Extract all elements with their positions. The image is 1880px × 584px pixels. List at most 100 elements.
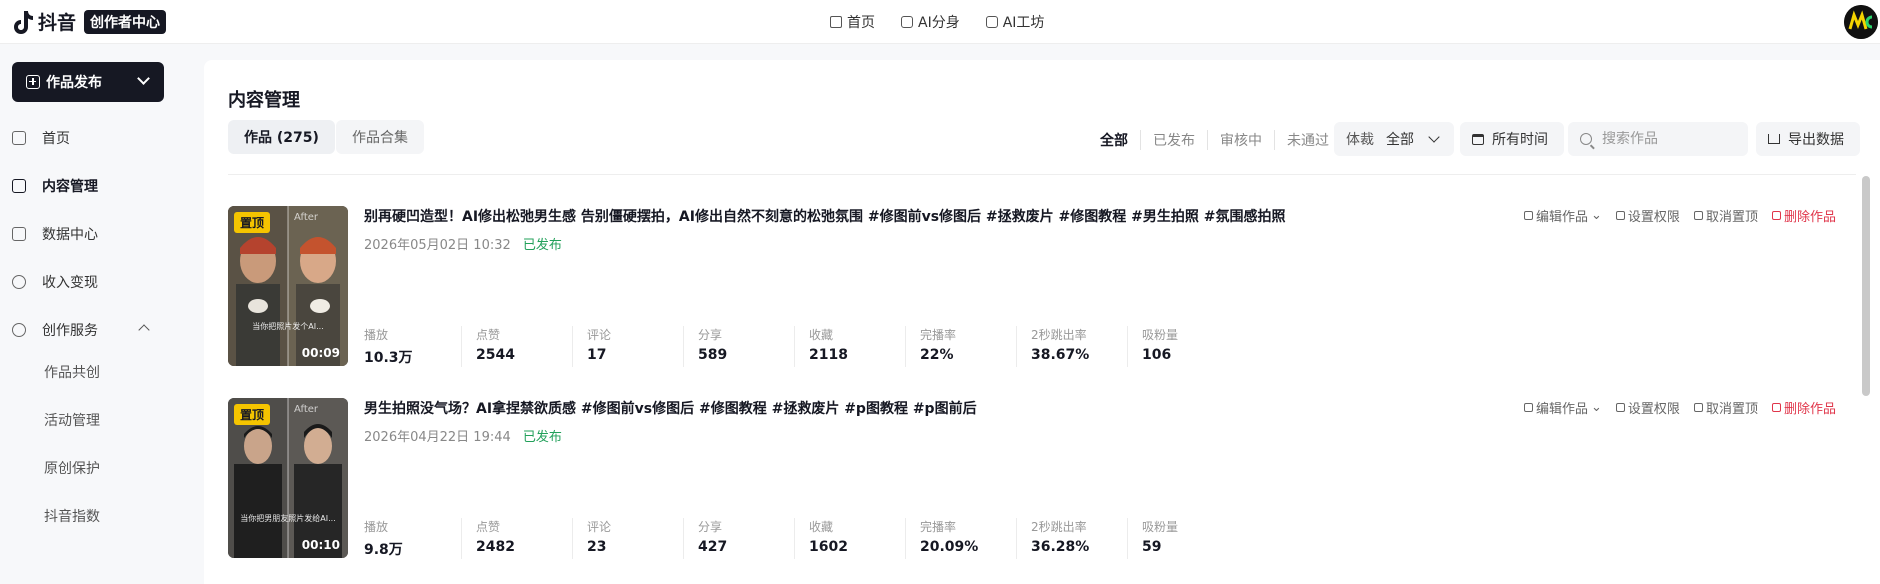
download-icon bbox=[1768, 134, 1780, 144]
time-range-button[interactable]: 所有时间 bbox=[1460, 122, 1564, 156]
unpin-icon bbox=[1693, 211, 1703, 220]
work-title[interactable]: 男生拍照没气场？AI拿捏禁欲质感 #修图前vs修图后 #修图教程 #拯救废片 #… bbox=[364, 398, 977, 418]
sidebar-sub-index[interactable]: 抖音指数 bbox=[44, 506, 100, 526]
sidebar-item-creation[interactable]: 创作服务 bbox=[12, 312, 172, 348]
stat-plays: 播放 9.8万 bbox=[364, 520, 403, 558]
delete-work-button[interactable]: 删除作品 bbox=[1771, 206, 1836, 225]
stat-likes: 点赞 2482 bbox=[461, 518, 572, 559]
calendar-icon bbox=[1472, 133, 1484, 145]
work-row: 置顶 After 当你把男朋友照片发给AI... 00:10 男生拍照没气场？A… bbox=[228, 398, 1848, 559]
status-filters: 全部 已发布 审核中 未通过 bbox=[1088, 130, 1341, 150]
trash-icon bbox=[1771, 403, 1781, 412]
delete-work-button[interactable]: 删除作品 bbox=[1771, 398, 1836, 417]
stat-favorites: 收藏 1602 bbox=[794, 518, 905, 559]
chevron-down-icon: ⌄ bbox=[1591, 400, 1602, 415]
income-icon bbox=[12, 275, 26, 289]
stat-completion-rate: 完播率 22% bbox=[905, 326, 1016, 367]
work-actions: 编辑作品 ⌄ 设置权限 取消置顶 删除作品 bbox=[1524, 206, 1836, 225]
sidebar-sub-activity[interactable]: 活动管理 bbox=[44, 410, 100, 430]
genre-select[interactable]: 体裁 全部 bbox=[1334, 122, 1454, 156]
work-meta: 2026年05月02日 10:32 已发布 bbox=[364, 234, 562, 253]
page-title: 内容管理 bbox=[228, 90, 300, 111]
filter-published[interactable]: 已发布 bbox=[1140, 130, 1207, 150]
after-label: After bbox=[293, 404, 318, 415]
unpin-button[interactable]: 取消置顶 bbox=[1693, 398, 1758, 417]
sidebar-item-home[interactable]: 首页 bbox=[12, 120, 172, 156]
logo-badge: 创作者中心 bbox=[84, 9, 167, 34]
search-box bbox=[1568, 122, 1748, 156]
status-badge: 已发布 bbox=[522, 238, 562, 253]
set-permission-button[interactable]: 设置权限 bbox=[1615, 398, 1680, 417]
work-thumbnail[interactable]: 置顶 After 当你把照片发个AI... 00:09 bbox=[228, 206, 348, 366]
user-avatar[interactable] bbox=[1844, 5, 1878, 39]
stat-followers-gained: 吸粉量 59 bbox=[1127, 518, 1238, 559]
top-nav: 首页 AI分身 AI工坊 bbox=[830, 12, 1044, 32]
duration-label: 00:09 bbox=[301, 346, 340, 360]
topnav-home[interactable]: 首页 bbox=[830, 12, 875, 32]
thumbnail-caption: 当你把照片发个AI... bbox=[252, 322, 324, 331]
stat-bounce-rate: 2秒跳出率 38.67% bbox=[1016, 326, 1127, 367]
stat-favorites: 收藏 2118 bbox=[794, 326, 905, 367]
work-thumbnail[interactable]: 置顶 After 当你把男朋友照片发给AI... 00:10 bbox=[228, 398, 348, 558]
topnav-ai-workshop[interactable]: AI工坊 bbox=[985, 12, 1044, 32]
sidebar: 作品发布 首页 内容管理 数据中心 收入变现 创作服务 作品共创 活动管理 原创… bbox=[0, 44, 188, 584]
unpin-icon bbox=[1693, 403, 1703, 412]
status-badge: 已发布 bbox=[522, 430, 562, 445]
stat-likes: 点赞 2544 bbox=[461, 326, 572, 367]
sidebar-sub-original[interactable]: 原创保护 bbox=[44, 458, 100, 478]
chevron-down-icon: ⌄ bbox=[1591, 208, 1602, 223]
thumbnail-caption: 当你把男朋友照片发给AI... bbox=[240, 514, 336, 523]
home-icon bbox=[12, 131, 26, 145]
set-permission-button[interactable]: 设置权限 bbox=[1615, 206, 1680, 225]
work-meta: 2026年04月22日 19:44 已发布 bbox=[364, 426, 562, 445]
ai-avatar-icon bbox=[901, 16, 913, 28]
plus-icon bbox=[26, 75, 40, 89]
search-input[interactable] bbox=[1602, 131, 1742, 147]
filter-rejected[interactable]: 未通过 bbox=[1274, 130, 1341, 150]
sidebar-sub-cocreate[interactable]: 作品共创 bbox=[44, 362, 100, 382]
work-stats: 播放 9.8万 点赞 2482 评论 23 分享 427 收藏 1602 完播率 20.09… bbox=[364, 518, 1238, 559]
sidebar-item-income[interactable]: 收入变现 bbox=[12, 264, 172, 300]
content-icon bbox=[12, 179, 26, 193]
stat-shares: 分享 427 bbox=[683, 518, 794, 559]
topnav-ai-avatar[interactable]: AI分身 bbox=[901, 12, 960, 32]
filter-reviewing[interactable]: 审核中 bbox=[1207, 130, 1274, 150]
edit-work-button[interactable]: 编辑作品 ⌄ bbox=[1524, 398, 1602, 417]
lock-icon bbox=[1615, 403, 1625, 412]
pinned-badge: 置顶 bbox=[234, 404, 271, 425]
chart-icon bbox=[12, 227, 26, 241]
publish-date: 2026年05月02日 10:32 bbox=[364, 238, 511, 253]
pencil-icon bbox=[1524, 211, 1533, 220]
duration-label: 00:10 bbox=[301, 538, 340, 552]
work-row: 置顶 After 当你把照片发个AI... 00:09 别再硬凹造型！AI修出松… bbox=[228, 206, 1848, 367]
home-icon bbox=[830, 16, 842, 28]
trash-icon bbox=[1771, 211, 1781, 220]
after-label: After bbox=[293, 212, 318, 223]
edit-work-button[interactable]: 编辑作品 ⌄ bbox=[1524, 206, 1602, 225]
export-data-button[interactable]: 导出数据 bbox=[1756, 122, 1860, 156]
tab-collections[interactable]: 作品合集 bbox=[336, 120, 424, 154]
tiktok-logo-icon bbox=[14, 10, 33, 34]
chevron-down-icon bbox=[137, 72, 150, 85]
stat-bounce-rate: 2秒跳出率 36.28% bbox=[1016, 518, 1127, 559]
avatar-image bbox=[1844, 5, 1878, 39]
stat-completion-rate: 完播率 20.09% bbox=[905, 518, 1016, 559]
filter-all[interactable]: 全部 bbox=[1088, 130, 1140, 150]
sidebar-item-data[interactable]: 数据中心 bbox=[12, 216, 172, 252]
main-panel: 内容管理 作品 (275) 作品合集 全部 已发布 审核中 未通过 体裁 全部 … bbox=[204, 60, 1880, 584]
unpin-button[interactable]: 取消置顶 bbox=[1693, 206, 1758, 225]
work-title[interactable]: 别再硬凹造型！AI修出松弛男生感 告别僵硬摆拍，AI修出自然不刻意的松弛氛围 #… bbox=[364, 206, 1285, 226]
scrollbar-thumb[interactable] bbox=[1862, 176, 1870, 396]
lightning-icon bbox=[12, 323, 26, 337]
tab-works[interactable]: 作品 (275) bbox=[228, 120, 335, 154]
chevron-down-icon bbox=[1428, 131, 1440, 143]
sidebar-item-content[interactable]: 内容管理 bbox=[12, 168, 172, 204]
stat-comments: 评论 23 bbox=[572, 518, 683, 559]
publish-button[interactable]: 作品发布 bbox=[12, 62, 164, 102]
lock-icon bbox=[1615, 211, 1625, 220]
stat-shares: 分享 589 bbox=[683, 326, 794, 367]
logo-text: 抖音 bbox=[38, 12, 77, 34]
logo[interactable]: 抖音 创作者中心 bbox=[12, 8, 167, 35]
pencil-icon bbox=[1524, 403, 1533, 412]
stat-plays: 播放 10.3万 bbox=[364, 328, 413, 366]
